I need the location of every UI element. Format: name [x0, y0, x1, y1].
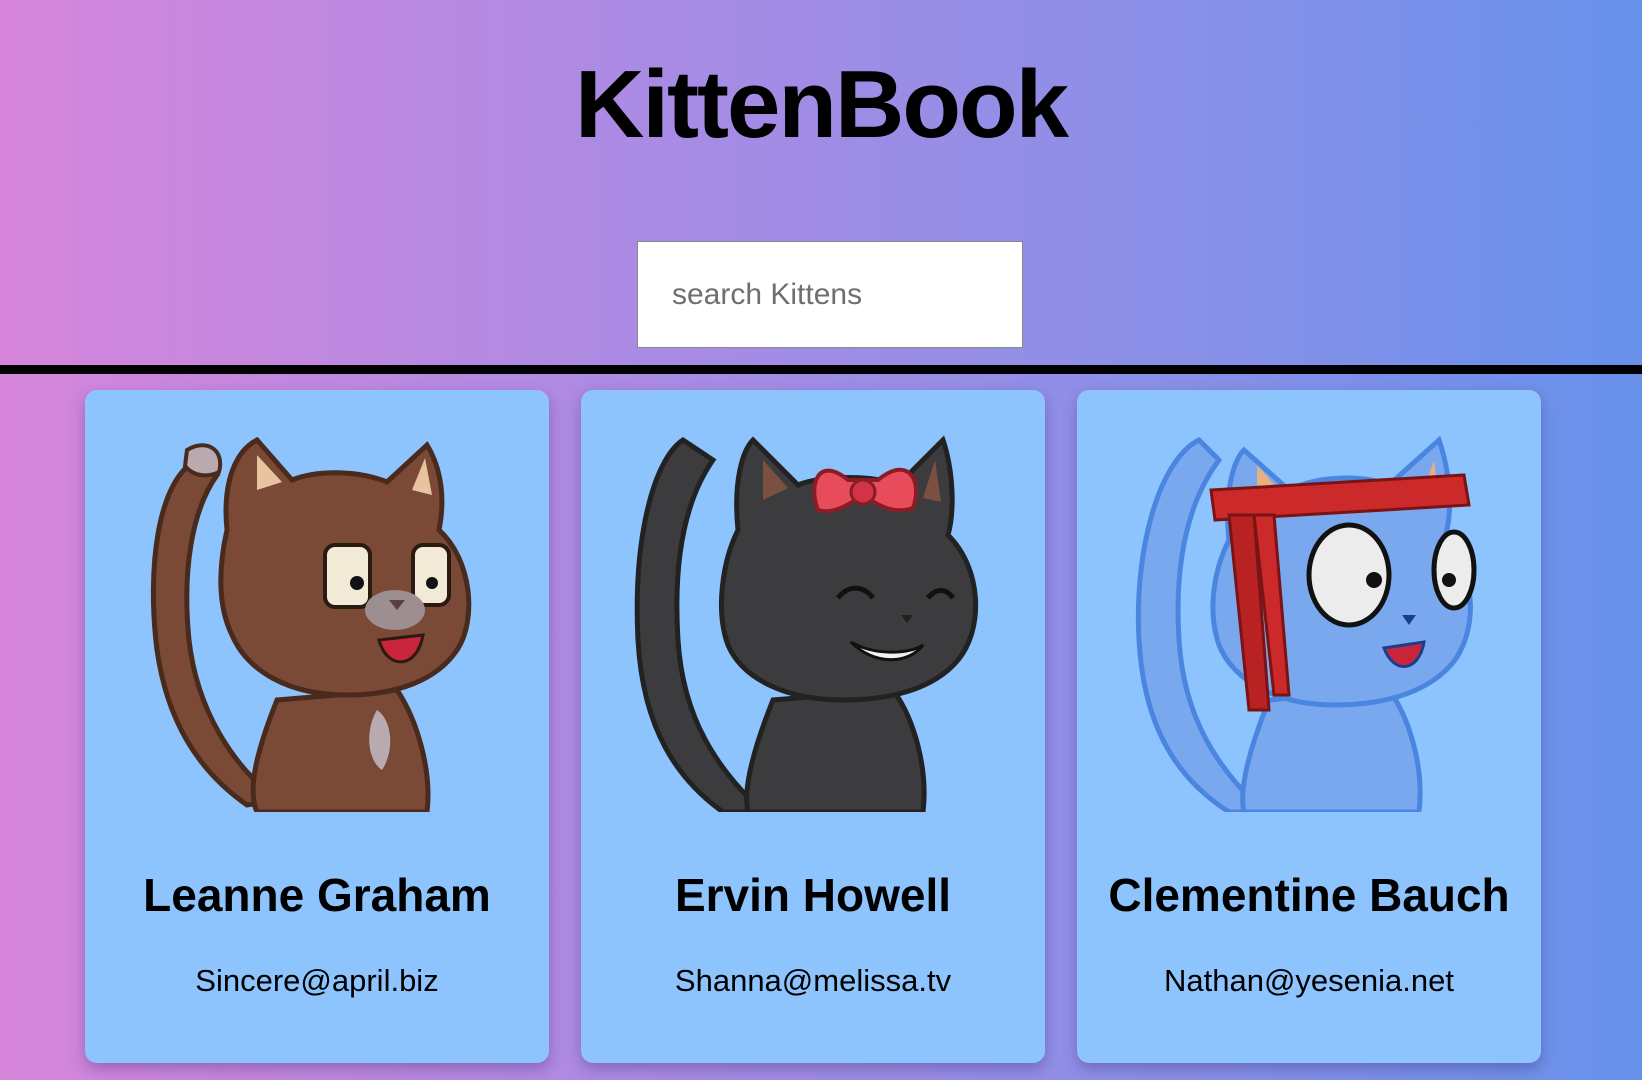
kitten-email: Sincere@april.biz [195, 963, 439, 998]
kitten-name: Ervin Howell [674, 869, 952, 921]
kitten-email: Shanna@melissa.tv [674, 963, 952, 998]
kitten-email: Nathan@yesenia.net [1164, 963, 1454, 998]
kitten-card[interactable]: Ervin Howell Shanna@melissa.tv [581, 390, 1045, 1063]
kitten-card-list: Leanne Graham Sincere@april.biz Ervin Ho… [0, 390, 1642, 1080]
kitten-card[interactable]: Leanne Graham Sincere@april.biz [85, 390, 549, 1063]
black-kitten-with-bow-icon [634, 435, 979, 812]
kitten-name: Clementine Bauch [1108, 869, 1510, 921]
blue-kitten-with-headband-icon [1135, 435, 1477, 812]
kitten-name: Leanne Graham [143, 869, 491, 921]
kitten-card[interactable]: Clementine Bauch Nathan@yesenia.net [1077, 390, 1541, 1063]
search-input[interactable] [637, 241, 1023, 348]
header-divider [0, 365, 1642, 374]
page-title: KittenBook [575, 51, 1069, 158]
page-header: KittenBook [0, 0, 1642, 365]
brown-kitten-icon [150, 436, 472, 812]
